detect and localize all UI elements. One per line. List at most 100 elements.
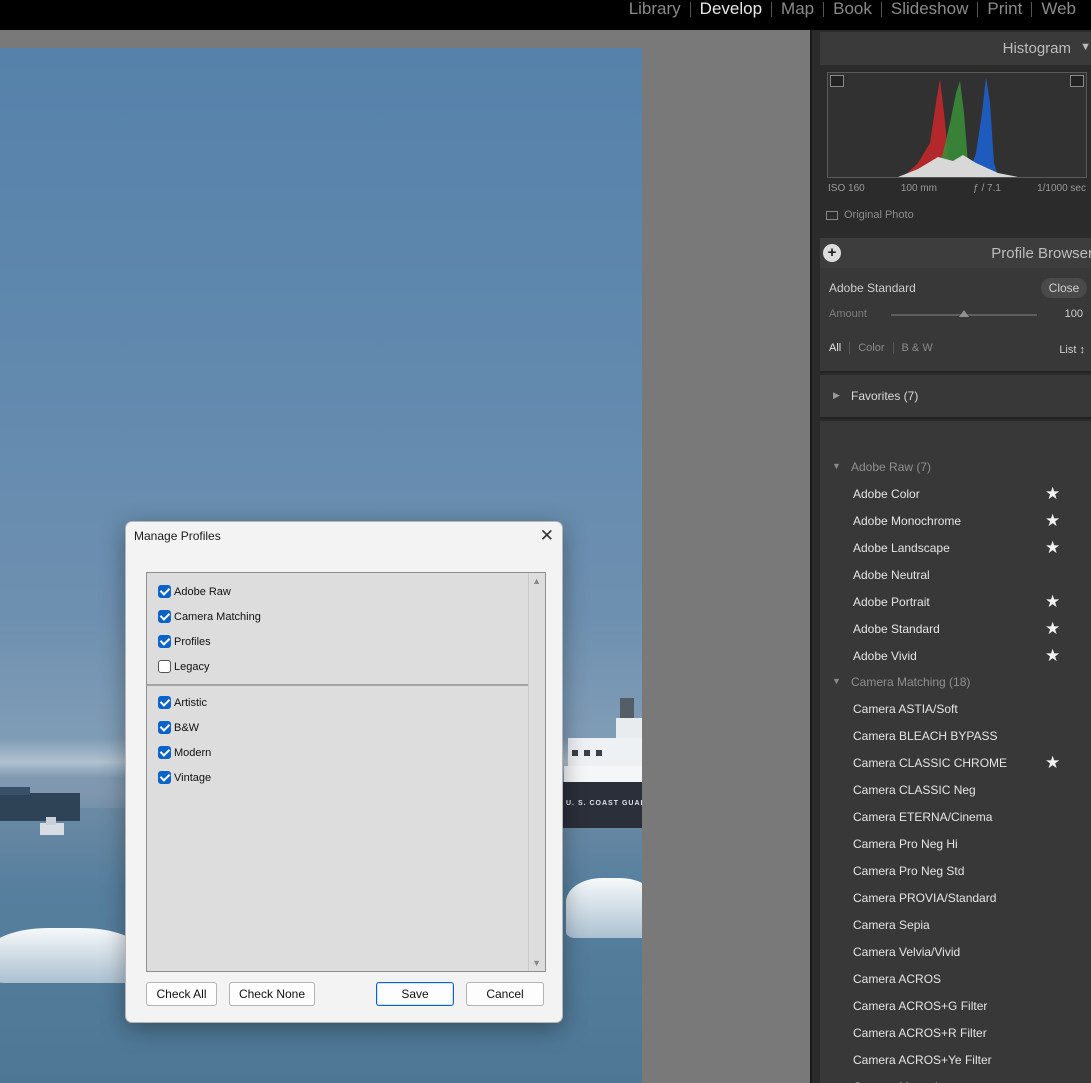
profile-item-label: Camera PROVIA/Standard <box>853 891 997 905</box>
profile-filter-tabs: All Color B & W <box>829 342 941 354</box>
profile-item[interactable]: Camera Pro Neg Std <box>820 858 1091 885</box>
collapse-triangle-icon[interactable]: ▼ <box>832 461 841 471</box>
profile-item[interactable]: Adobe Landscape ★ <box>820 535 1091 562</box>
close-profile-browser-button[interactable]: Close <box>1041 278 1087 298</box>
filter-tab-all[interactable]: All <box>829 342 849 354</box>
checkbox[interactable] <box>158 585 171 598</box>
checkbox[interactable] <box>158 721 171 734</box>
profile-item-label: Camera ACROS <box>853 972 942 986</box>
module-bar: Library Develop Map Book Slideshow Print Web <box>0 0 1091 30</box>
profile-item[interactable]: Adobe Portrait ★ <box>820 589 1091 616</box>
profile-group-toggle[interactable]: Vintage <box>158 771 211 784</box>
amount-slider-thumb[interactable] <box>959 310 969 317</box>
scroll-up-arrow-icon[interactable]: ▲ <box>532 576 541 586</box>
module-slideshow[interactable]: Slideshow <box>882 0 978 17</box>
profile-group[interactable]: ▼ Adobe Raw (7) <box>820 455 1091 481</box>
profile-item-label: Adobe Vivid <box>853 649 917 663</box>
shutter-value: 1/1000 sec <box>1037 183 1086 194</box>
profile-group-toggle[interactable]: Modern <box>158 746 211 759</box>
checkbox[interactable] <box>158 746 171 759</box>
favorite-star-icon[interactable]: ★ <box>1045 619 1060 639</box>
favorites-group[interactable]: ▶ Favorites (7) <box>820 375 1091 419</box>
histogram-header[interactable]: Histogram ▼ <box>820 32 1091 65</box>
favorite-star-icon[interactable]: ★ <box>1045 511 1060 531</box>
add-profile-icon[interactable]: + <box>823 244 841 262</box>
check-all-button[interactable]: Check All <box>146 982 217 1006</box>
ship-hull-lettering: U. S. COAST GUARD <box>566 800 642 807</box>
list-divider <box>147 684 528 686</box>
profile-item[interactable]: Camera BLEACH BYPASS <box>820 723 1091 750</box>
profile-item[interactable]: Adobe Monochrome ★ <box>820 508 1091 535</box>
profile-group-toggle[interactable]: Profiles <box>158 635 211 648</box>
close-icon[interactable]: ✕ <box>540 526 554 546</box>
checkbox[interactable] <box>158 771 171 784</box>
collapse-triangle-icon[interactable]: ▼ <box>832 676 841 686</box>
profile-item[interactable]: Camera ACROS+G Filter <box>820 993 1091 1020</box>
checkbox[interactable] <box>158 610 171 623</box>
profile-item[interactable]: Camera Velvia/Vivid <box>820 939 1091 966</box>
profile-group-toggle[interactable]: Artistic <box>158 696 207 709</box>
profile-item[interactable]: Adobe Standard ★ <box>820 616 1091 643</box>
profile-item[interactable]: Camera ACROS+Ye Filter <box>820 1047 1091 1074</box>
focal-length-value: 100 mm <box>900 183 937 194</box>
favorite-star-icon[interactable]: ★ <box>1045 753 1060 773</box>
profile-item[interactable]: Camera ACROS+R Filter <box>820 1020 1091 1047</box>
profile-browser-title: Profile Browser <box>991 245 1091 262</box>
profile-list: ▼ Adobe Raw (7) Adobe Color ★ Adobe Monochro… <box>820 421 1091 1083</box>
profile-item-label: Adobe Portrait <box>853 595 930 609</box>
original-photo-toggle[interactable]: Original Photo <box>826 209 914 221</box>
checkbox[interactable] <box>158 635 171 648</box>
profile-item[interactable]: Camera CLASSIC CHROME ★ <box>820 750 1091 777</box>
original-photo-checkbox[interactable] <box>826 210 838 220</box>
module-library[interactable]: Library <box>620 0 690 17</box>
profile-group-toggle[interactable]: Legacy <box>158 660 209 673</box>
profile-group[interactable]: ▼ Camera Matching (18) <box>820 670 1091 696</box>
amount-value[interactable]: 100 <box>1065 308 1083 320</box>
profile-item[interactable]: Camera ETERNA/Cinema <box>820 804 1091 831</box>
amount-slider[interactable] <box>891 310 1037 317</box>
module-map[interactable]: Map <box>772 0 823 17</box>
scrollbar[interactable]: ▲ ▼ <box>528 573 545 971</box>
expand-triangle-icon[interactable]: ▶ <box>833 390 840 401</box>
manage-profiles-dialog: Manage Profiles ✕ ▲ ▼ Adobe Raw Camera Ma… <box>125 521 563 1023</box>
module-book[interactable]: Book <box>824 0 881 17</box>
checkbox[interactable] <box>158 696 171 709</box>
checkbox[interactable] <box>158 660 171 673</box>
profile-item[interactable]: Adobe Color ★ <box>820 481 1091 508</box>
profile-item[interactable]: Camera PROVIA/Standard <box>820 885 1091 912</box>
histogram-graph[interactable] <box>827 72 1087 178</box>
module-print[interactable]: Print <box>978 0 1031 17</box>
save-button[interactable]: Save <box>376 982 454 1006</box>
check-none-button[interactable]: Check None <box>229 982 315 1006</box>
profile-group-list[interactable]: ▲ ▼ Adobe Raw Camera Matching Profiles Lega… <box>146 572 546 972</box>
scroll-down-arrow-icon[interactable]: ▼ <box>532 958 541 968</box>
filter-tab-color[interactable]: Color <box>850 342 892 354</box>
profile-item[interactable]: Camera Monochrome <box>820 1074 1091 1083</box>
profile-group-toggle[interactable]: Camera Matching <box>158 610 261 623</box>
profile-item[interactable]: Camera ACROS <box>820 966 1091 993</box>
profile-item[interactable]: Camera ASTIA/Soft <box>820 696 1091 723</box>
profile-item[interactable]: Adobe Neutral <box>820 562 1091 589</box>
profile-group-label: Adobe Raw (7) <box>851 460 932 474</box>
checkbox-label: Profiles <box>174 635 211 648</box>
profile-item[interactable]: Camera Sepia <box>820 912 1091 939</box>
collapse-triangle-icon[interactable]: ▼ <box>1080 41 1091 53</box>
profile-item[interactable]: Camera Pro Neg Hi <box>820 831 1091 858</box>
favorite-star-icon[interactable]: ★ <box>1045 646 1060 666</box>
profile-item-label: Adobe Standard <box>853 622 940 636</box>
checkbox-label: Camera Matching <box>174 610 261 623</box>
profile-item[interactable]: Camera CLASSIC Neg <box>820 777 1091 804</box>
module-web[interactable]: Web <box>1032 0 1085 17</box>
favorite-star-icon[interactable]: ★ <box>1045 484 1060 504</box>
module-develop[interactable]: Develop <box>691 0 771 17</box>
profile-group-toggle[interactable]: Adobe Raw <box>158 585 231 598</box>
favorite-star-icon[interactable]: ★ <box>1045 538 1060 558</box>
filter-tab-bw[interactable]: B & W <box>894 342 941 354</box>
original-photo-label: Original Photo <box>844 209 914 221</box>
cancel-button[interactable]: Cancel <box>466 982 544 1006</box>
profile-group-toggle[interactable]: B&W <box>158 721 199 734</box>
profile-item[interactable]: Adobe Vivid ★ <box>820 643 1091 670</box>
favorite-star-icon[interactable]: ★ <box>1045 592 1060 612</box>
view-mode-select[interactable]: List ↕ <box>1059 344 1085 356</box>
profile-item-label: Camera Velvia/Vivid <box>853 945 961 959</box>
